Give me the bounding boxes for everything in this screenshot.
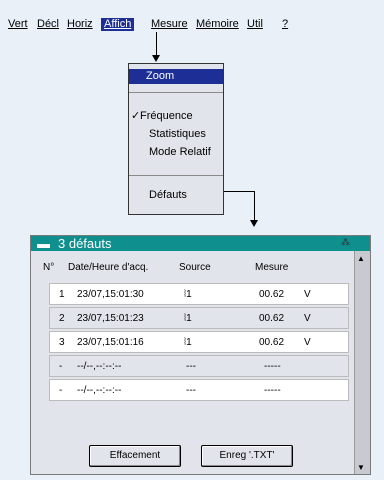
table-header: N° Date/Heure d'acq. Source Mesure	[31, 262, 351, 276]
channel-source-icon: ⦚1	[184, 289, 192, 300]
arrow-down-icon	[152, 55, 160, 62]
arrow-line	[156, 32, 157, 55]
enreg-txt-button[interactable]: Enreg '.TXT'	[201, 445, 293, 467]
menu-item-statistiques[interactable]: Statistiques	[129, 127, 223, 142]
menu-horiz[interactable]: Horiz	[64, 18, 96, 31]
menu-separator	[129, 175, 223, 176]
menu-item-frequence[interactable]: ✓ Fréquence	[129, 109, 223, 124]
menu-vert[interactable]: Vert	[5, 18, 31, 31]
header-date: Date/Heure d'acq.	[68, 262, 149, 273]
menu-util[interactable]: Util	[244, 18, 266, 31]
header-no: N°	[43, 262, 55, 273]
menu-item-mode-relatif[interactable]: Mode Relatif	[129, 145, 223, 160]
menu-bar: Vert Décl Horiz Affich Mesure Mémoire Ut…	[0, 0, 384, 31]
affich-dropdown-menu: Zoom ✓ Fréquence Statistiques Mode Relat…	[128, 63, 224, 215]
checkmark-icon: ✓	[131, 110, 141, 122]
effacement-button[interactable]: Effacement	[89, 445, 181, 467]
table-row[interactable]: - --/--,--:--:-- --- -----	[49, 379, 349, 401]
scroll-down-icon[interactable]: ▼	[357, 463, 365, 472]
channel-source-icon: ⦚1	[184, 313, 192, 324]
menu-mesure[interactable]: Mesure	[148, 18, 191, 31]
minus-icon[interactable]: ▬	[37, 236, 50, 251]
arrow-line	[224, 191, 254, 192]
table-row[interactable]: 3 23/07,15:01:16 ⦚1 00.62 V	[49, 331, 349, 353]
header-mesure: Mesure	[255, 262, 289, 273]
menu-affich[interactable]: Affich	[101, 18, 135, 31]
channel-source-icon: ⦚1	[184, 337, 192, 348]
arrow-down-icon	[250, 220, 258, 227]
window-titlebar: ▬ 3 défauts	[31, 236, 370, 251]
defauts-window: ▬ 3 défauts N° Date/Heure d'acq. Source …	[30, 235, 371, 475]
menu-memoire[interactable]: Mémoire	[193, 18, 242, 31]
resize-grip-icon[interactable]: ⁂	[341, 236, 350, 248]
table-row[interactable]: 1 23/07,15:01:30 ⦚1 00.62 V	[49, 283, 349, 305]
menu-separator	[129, 92, 223, 93]
window-title: 3 défauts	[58, 236, 112, 251]
menu-item-defauts[interactable]: Défauts	[129, 188, 223, 203]
menu-item-zoom[interactable]: Zoom	[129, 69, 223, 84]
scroll-up-icon[interactable]: ▲	[357, 254, 365, 263]
table-row[interactable]: - --/--,--:--:-- --- -----	[49, 355, 349, 377]
menu-decl[interactable]: Décl	[34, 18, 62, 31]
arrow-line	[254, 191, 255, 220]
table-row[interactable]: 2 23/07,15:01:23 ⦚1 00.62 V	[49, 307, 349, 329]
menu-help[interactable]: ?	[279, 18, 291, 31]
vertical-scrollbar[interactable]: ▲ ▼	[354, 251, 370, 474]
header-source: Source	[179, 262, 211, 273]
